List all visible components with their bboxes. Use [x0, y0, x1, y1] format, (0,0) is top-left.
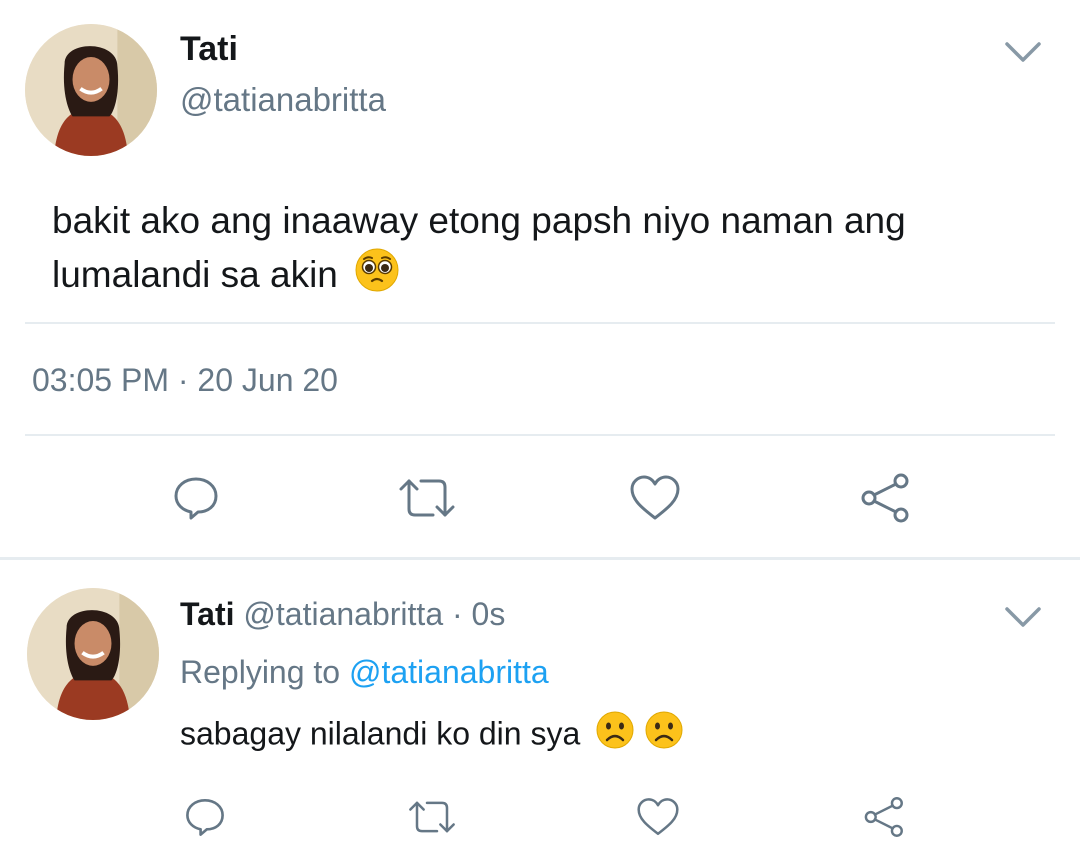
- tweet-text-line-2: lumalandi sa akin: [52, 253, 338, 295]
- replying-to: Replying to @tatianabritta: [180, 654, 549, 691]
- reply-button[interactable]: [166, 470, 226, 526]
- share-button[interactable]: [854, 470, 914, 526]
- avatar[interactable]: [25, 24, 157, 156]
- section-separator: [0, 557, 1080, 560]
- replying-to-handle-link[interactable]: @tatianabritta: [349, 654, 549, 690]
- reply-time: · 0s: [452, 596, 506, 632]
- avatar-image: [27, 588, 159, 720]
- reply-text-content: sabagay nilalandi ko din sya: [180, 715, 581, 752]
- reply-header: Tati @tatianabritta · 0s: [180, 596, 505, 633]
- tweet-text-line: lumalandi sa akin: [52, 247, 906, 307]
- divider: [25, 322, 1055, 324]
- like-icon: [637, 798, 679, 836]
- display-name[interactable]: Tati: [180, 30, 238, 69]
- share-icon: [861, 473, 909, 523]
- reply-share-button[interactable]: [856, 792, 910, 842]
- retweet-button[interactable]: [395, 470, 459, 526]
- reply-retweet-button[interactable]: [405, 792, 459, 842]
- avatar-image: [25, 24, 157, 156]
- like-button[interactable]: [625, 470, 685, 526]
- reply-reply-button[interactable]: [178, 792, 232, 842]
- reply-like-button[interactable]: [631, 792, 685, 842]
- tweet-text-line: bakit ako ang inaaway etong papsh niyo n…: [52, 200, 906, 241]
- reply-icon: [186, 798, 224, 836]
- reply-text: sabagay nilalandi ko din sya: [180, 710, 684, 762]
- reply-display-name[interactable]: Tati: [180, 596, 235, 632]
- share-icon: [864, 797, 903, 837]
- tweet-text: bakit ako ang inaaway etong papsh niyo n…: [52, 195, 906, 307]
- replying-to-label: Replying to: [180, 654, 341, 690]
- retweet-icon: [399, 479, 455, 517]
- frowning-face-icon: [595, 710, 635, 762]
- reply-icon: [174, 477, 218, 520]
- frowning-face-icon: [644, 710, 684, 762]
- reply-menu-chevron-icon[interactable]: [1003, 605, 1043, 634]
- timestamp[interactable]: 03:05 PM · 20 Jun 20: [32, 362, 338, 399]
- retweet-icon: [409, 801, 455, 833]
- reply-handle[interactable]: @tatianabritta: [243, 596, 443, 632]
- divider: [25, 434, 1055, 436]
- handle[interactable]: @tatianabritta: [180, 81, 386, 119]
- tweet-menu-chevron-icon[interactable]: [1003, 40, 1043, 69]
- pleading-face-icon: [354, 247, 400, 307]
- reply-avatar[interactable]: [27, 588, 159, 720]
- like-icon: [630, 475, 680, 520]
